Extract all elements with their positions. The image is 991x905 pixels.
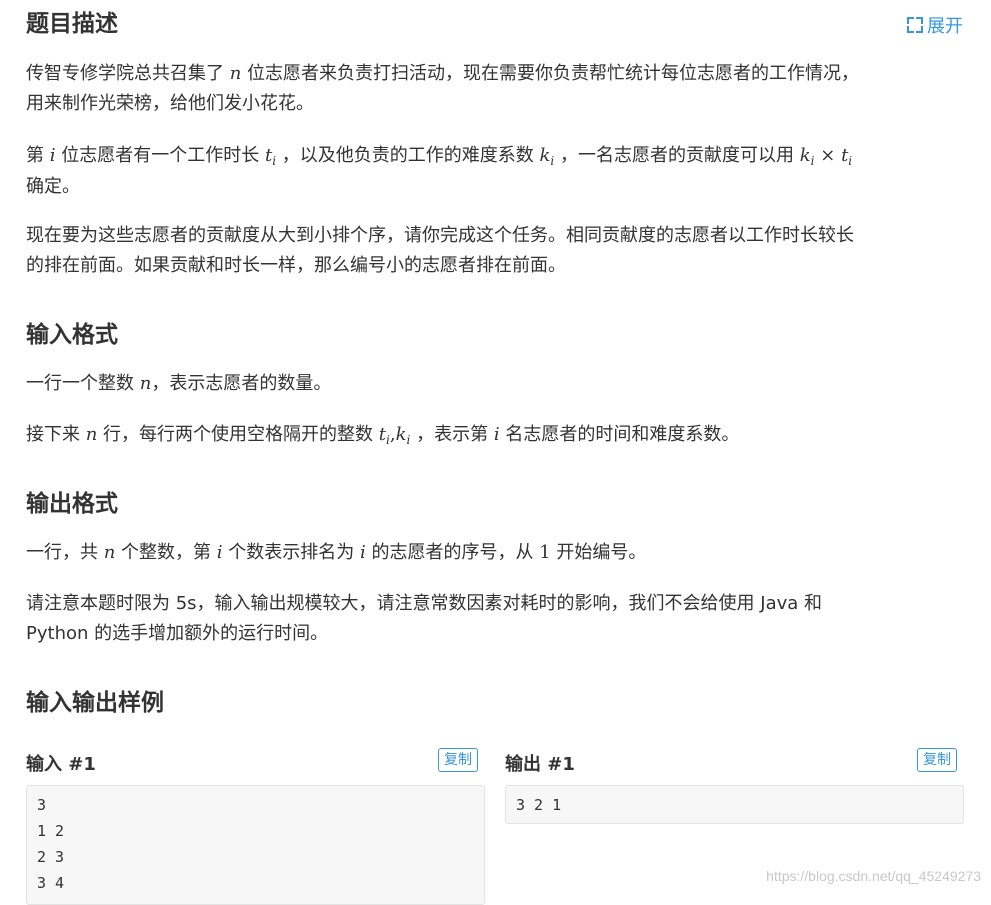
- sample-input-line: 3: [37, 796, 47, 814]
- expand-icon: [907, 17, 923, 33]
- expand-label: 展开: [927, 16, 963, 37]
- input-format-paragraph-1: 一行一个整数 n，表示志愿者的数量。: [26, 373, 332, 394]
- samples-title: 输入输出样例: [26, 690, 164, 716]
- description-paragraph-2: 第 i 位志愿者有一个工作时长 ti ，以及他负责的工作的难度系数 ki ，一名…: [26, 145, 853, 197]
- sample-output-label: 输出 #1: [505, 754, 575, 775]
- sample-input-line: 1 2: [37, 822, 65, 840]
- watermark: https://blog.csdn.net/qq_45249273: [766, 868, 981, 884]
- sample-input-label: 输入 #1: [26, 754, 96, 775]
- sample-input-line: 2 3: [37, 848, 65, 866]
- input-format-title: 输入格式: [26, 322, 118, 348]
- description-paragraph-1: 传智专修学院总共召集了 n 位志愿者来负责打扫活动，现在需要你负责帮忙统计每位志…: [26, 63, 860, 114]
- input-format-paragraph-2: 接下来 n 行，每行两个使用空格隔开的整数 ti,ki ，表示第 i 名志愿者的…: [26, 424, 740, 447]
- description-paragraph-3: 现在要为这些志愿者的贡献度从大到小排个序，请你完成这个任务。相同贡献度的志愿者以…: [26, 225, 854, 276]
- sample-output-box[interactable]: 3 2 1: [505, 785, 964, 824]
- sample-input-box[interactable]: 3 1 2 2 3 3 4: [26, 785, 485, 905]
- description-title: 题目描述: [26, 11, 118, 37]
- expand-button[interactable]: 展开: [907, 12, 963, 38]
- output-format-paragraph-1: 一行，共 n 个整数，第 i 个数表示排名为 i 的志愿者的序号，从 1 开始编…: [26, 542, 647, 563]
- output-format-title: 输出格式: [26, 491, 118, 517]
- copy-input-button[interactable]: 复制: [438, 748, 478, 772]
- sample-input-line: 3 4: [37, 874, 65, 892]
- output-format-paragraph-2: 请注意本题时限为 5s，输入输出规模较大，请注意常数因素对耗时的影响，我们不会给…: [26, 593, 823, 644]
- copy-output-button[interactable]: 复制: [917, 748, 957, 772]
- sample-output-line: 3 2 1: [516, 796, 562, 814]
